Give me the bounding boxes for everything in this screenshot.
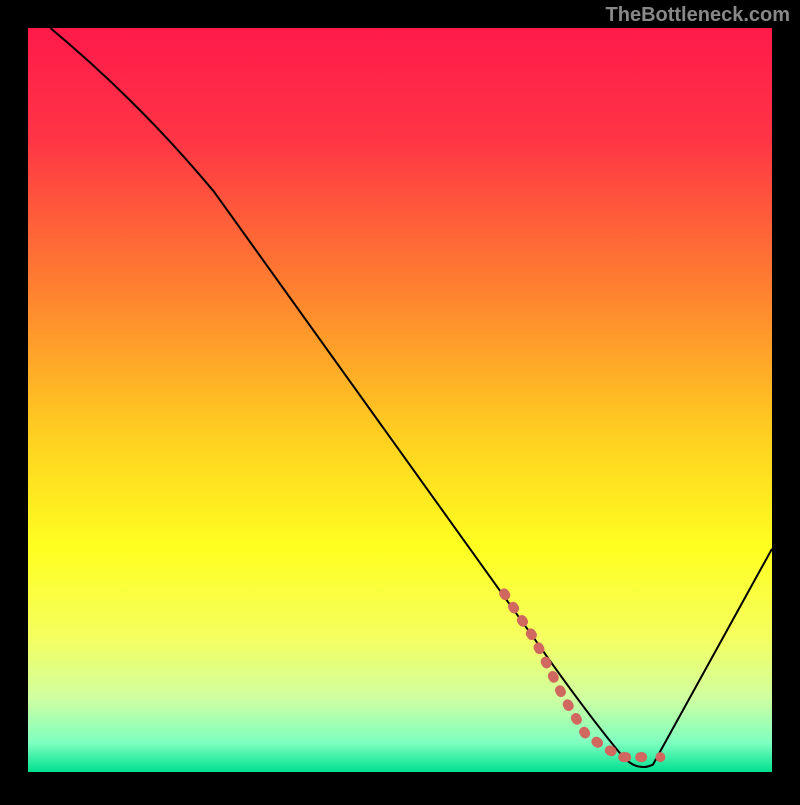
watermark: TheBottleneck.com [606, 4, 790, 27]
chart-container [0, 0, 800, 800]
plot-background [28, 28, 772, 772]
chart-svg [0, 0, 800, 800]
